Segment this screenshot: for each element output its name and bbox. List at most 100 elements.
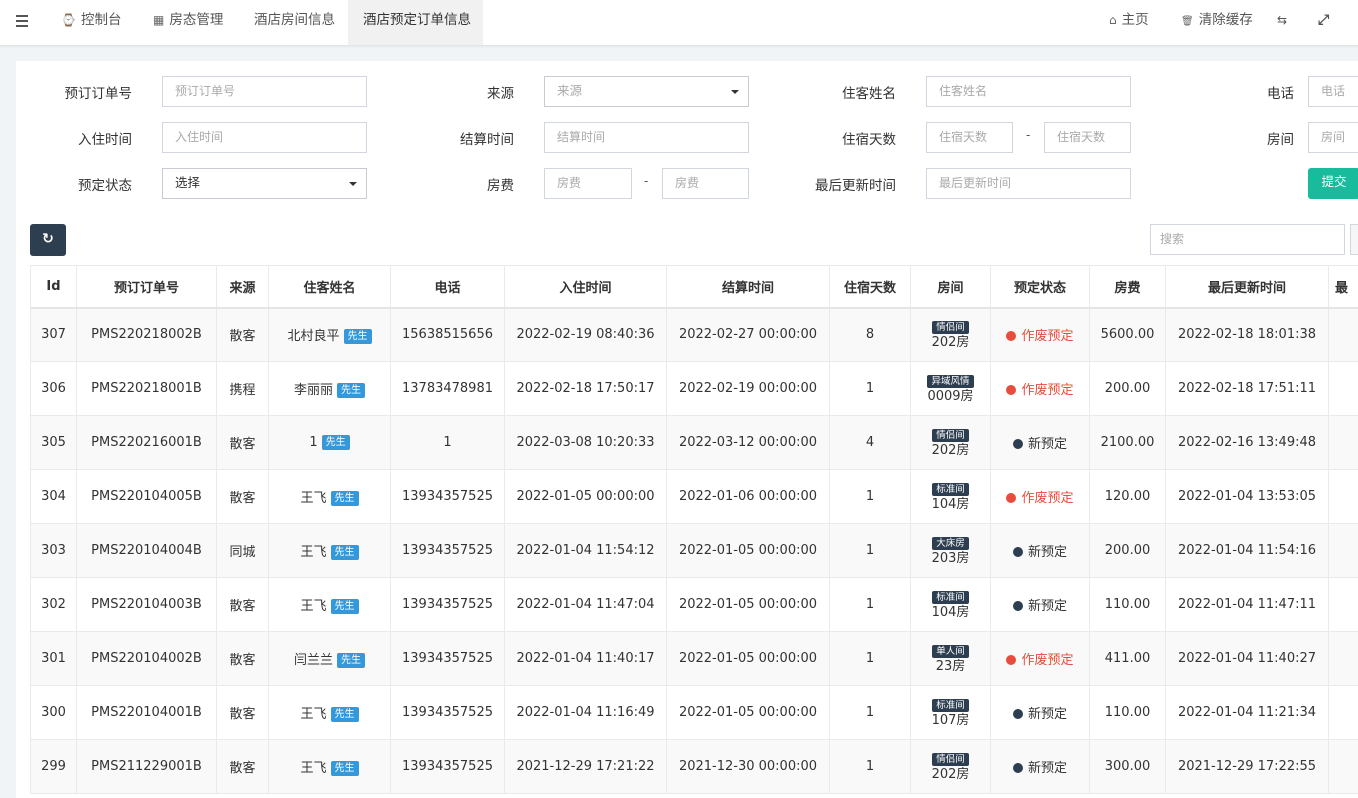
- cell-phone: 13934357525: [390, 739, 505, 794]
- column-header-checkin[interactable]: 入住时间: [504, 265, 667, 309]
- submit-button[interactable]: 提交: [1308, 168, 1358, 199]
- cell-fee: 200.00: [1089, 361, 1166, 416]
- refresh-icon: ↻: [42, 231, 54, 247]
- cell-order-no: PMS220104005B: [76, 469, 217, 524]
- cell-checkout: 2022-01-05 00:00:00: [666, 631, 830, 686]
- cell-guest-name: 王飞 先生: [268, 469, 391, 524]
- column-header-updated[interactable]: 最后更新时间: [1165, 265, 1329, 309]
- home-icon: ⌂: [1109, 13, 1117, 27]
- column-header-guest-name[interactable]: 住客姓名: [268, 265, 391, 309]
- cell-source: 散客: [216, 739, 269, 794]
- tab-booking-orders[interactable]: 酒店预定订单信息: [348, 0, 483, 45]
- updated-input[interactable]: 最后更新时间: [926, 168, 1131, 199]
- column-header-order-no[interactable]: 预订订单号: [76, 265, 217, 309]
- cell-fee: 5600.00: [1089, 307, 1166, 362]
- source-select[interactable]: 来源: [544, 76, 749, 107]
- column-header-fee[interactable]: 房费: [1089, 265, 1166, 309]
- table-row[interactable]: 306 PMS220218001B 携程 李丽丽 先生 13783478981 2022-0…: [30, 361, 1358, 416]
- cell-status: 新预定: [990, 685, 1090, 740]
- room-number: 0009房: [927, 388, 974, 404]
- phone-input[interactable]: 电话: [1308, 76, 1358, 107]
- cell-fee: 110.00: [1089, 577, 1166, 632]
- fee-to-input[interactable]: 房费: [662, 168, 749, 199]
- refresh-button[interactable]: ↻: [30, 224, 66, 256]
- checkout-input[interactable]: 结算时间: [544, 122, 749, 153]
- clear-cache-link[interactable]: 🗑 清除缓存: [1181, 0, 1253, 45]
- column-header-checkout[interactable]: 结算时间: [666, 265, 830, 309]
- search-options-button[interactable]: [1350, 224, 1358, 255]
- language-icon[interactable]: ⇆: [1277, 0, 1287, 45]
- search-input[interactable]: 搜索: [1150, 224, 1345, 255]
- cell-room: 情侣间 202房: [910, 307, 991, 362]
- tab-room-info[interactable]: 酒店房间信息: [254, 0, 335, 45]
- column-header-truncated[interactable]: 最: [1328, 265, 1358, 309]
- cell-phone: 13934357525: [390, 577, 505, 632]
- guest-name-input[interactable]: 住客姓名: [926, 76, 1131, 107]
- guest-name: 王飞: [300, 599, 327, 614]
- menu-toggle-icon[interactable]: [16, 15, 28, 27]
- cell-nights: 1: [829, 577, 911, 632]
- cell-fee: 2100.00: [1089, 415, 1166, 470]
- room-number: 104房: [931, 496, 970, 512]
- nights-to-input[interactable]: 住宿天数: [1044, 122, 1131, 153]
- fee-label: 房费: [487, 178, 514, 194]
- status-dot-icon: [1012, 709, 1023, 719]
- cell-updated: 2022-01-04 13:53:05: [1165, 469, 1329, 524]
- table-row[interactable]: 300 PMS220104001B 散客 王飞 先生 13934357525 2022-01…: [30, 685, 1358, 740]
- table-row[interactable]: 305 PMS220216001B 散客 1 先生 1 2022-03-08 10:20:3…: [30, 415, 1358, 470]
- column-header-source[interactable]: 来源: [216, 265, 269, 309]
- cell-source: 散客: [216, 631, 269, 686]
- status-dot-icon: [1012, 439, 1023, 449]
- cell-id: 304: [30, 469, 77, 524]
- cell-nights: 1: [829, 523, 911, 578]
- status-text: 作废预定: [1021, 491, 1074, 506]
- title-badge: 先生: [343, 329, 372, 345]
- room-type-badge: 情侣间: [932, 320, 969, 334]
- room-input[interactable]: 房间: [1308, 122, 1358, 153]
- checkin-input[interactable]: 入住时间: [162, 122, 367, 153]
- table-row[interactable]: 304 PMS220104005B 散客 王飞 先生 13934357525 2022-01…: [30, 469, 1358, 524]
- status-dot-icon: [1006, 331, 1017, 342]
- cell-nights: 1: [829, 739, 911, 794]
- cell-updated: 2022-01-04 11:54:16: [1165, 523, 1329, 578]
- fee-from-input[interactable]: 房费: [544, 168, 632, 199]
- table-row[interactable]: 303 PMS220104004B 同城 王飞 先生 13934357525 2022-01…: [30, 523, 1358, 578]
- cell-checkin: 2022-03-08 10:20:33: [504, 415, 667, 470]
- title-badge: 先生: [337, 653, 365, 668]
- column-header-id[interactable]: Id: [30, 265, 77, 309]
- status-dot-icon: [1006, 385, 1017, 395]
- home-link[interactable]: ⌂ 主页: [1109, 0, 1149, 45]
- order-no-input[interactable]: 预订订单号: [162, 76, 367, 107]
- column-header-status[interactable]: 预定状态: [990, 265, 1090, 309]
- title-badge: 先生: [330, 761, 359, 776]
- table-row[interactable]: 307 PMS220218002B 散客 北村良平 先生 15638515656 2022-…: [30, 307, 1358, 362]
- room-type-badge: 标准间: [932, 698, 969, 712]
- trash-icon: 🗑: [1181, 16, 1194, 27]
- cell-order-no: PMS211229001B: [76, 739, 217, 794]
- nights-from-input[interactable]: 住宿天数: [926, 122, 1013, 153]
- tab-label: 房态管理: [169, 12, 224, 28]
- status-dot-icon: [1012, 601, 1023, 611]
- room-type-badge: 情侣间: [932, 752, 969, 766]
- cell-checkout: 2022-03-12 00:00:00: [666, 415, 830, 470]
- cell-nights: 8: [829, 307, 911, 362]
- cell-id: 302: [30, 577, 77, 632]
- status-select[interactable]: 选择: [162, 168, 367, 199]
- tab-room-status[interactable]: ▦ 房态管理: [153, 0, 223, 45]
- table-row[interactable]: 299 PMS211229001B 散客 王飞 先生 13934357525 2021-12…: [30, 739, 1358, 794]
- cell-order-no: PMS220104001B: [76, 685, 217, 740]
- column-header-room[interactable]: 房间: [910, 265, 991, 309]
- column-header-phone[interactable]: 电话: [390, 265, 505, 309]
- guest-name: 王飞: [300, 491, 327, 506]
- title-badge: 先生: [330, 545, 359, 560]
- fullscreen-icon[interactable]: ⤢: [1318, 0, 1329, 45]
- table-row[interactable]: 301 PMS220104002B 散客 闫兰兰 先生 13934357525 2022-0…: [30, 631, 1358, 686]
- room-number: 202房: [931, 334, 970, 350]
- tab-dashboard[interactable]: ⌚ 控制台: [61, 0, 121, 45]
- table-row[interactable]: 302 PMS220104003B 散客 王飞 先生 13934357525 2022-01…: [30, 577, 1358, 632]
- cell-guest-name: 王飞 先生: [268, 739, 391, 794]
- dashboard-icon: ⌚: [61, 13, 76, 27]
- title-badge: 先生: [321, 435, 350, 450]
- cell-fee: 411.00: [1089, 631, 1166, 686]
- column-header-nights[interactable]: 住宿天数: [829, 265, 911, 309]
